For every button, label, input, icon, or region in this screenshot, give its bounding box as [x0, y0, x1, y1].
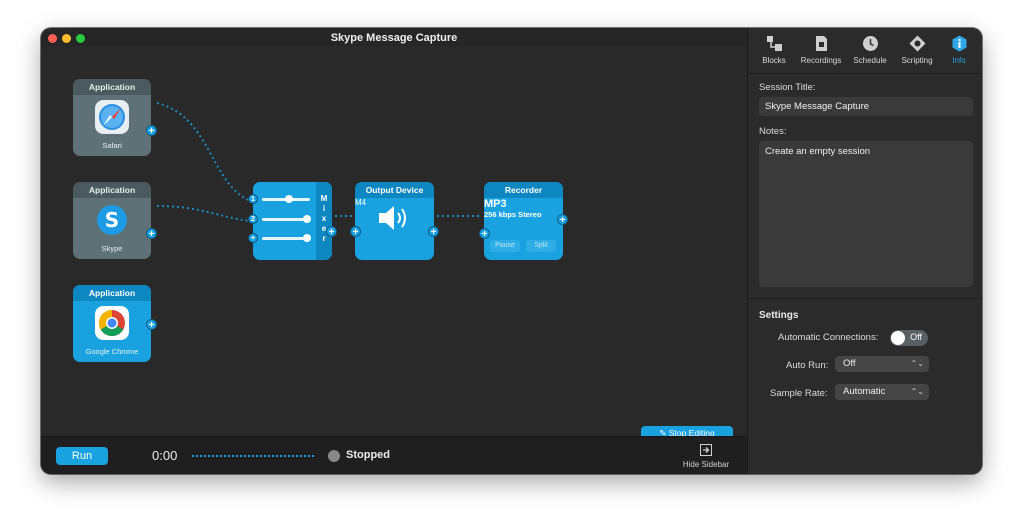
auto-connections-toggle[interactable]: Off [890, 330, 928, 346]
recorder-format: MP3 [484, 198, 507, 210]
pause-button[interactable]: Pause [490, 240, 520, 252]
blocks-icon [766, 36, 782, 51]
sidebar-tabs: Blocks Recordings Schedule Scripting Inf… [748, 28, 982, 74]
info-icon [952, 35, 966, 52]
source-block-skype[interactable]: Application S Skype + [73, 182, 157, 259]
mixer-label: M i x e r [316, 182, 332, 260]
add-connection-button[interactable]: + [146, 319, 157, 331]
app-window: Skype Message Capture Application Safari… [41, 28, 982, 474]
notes-label: Notes: [759, 126, 787, 137]
skype-icon: S [97, 205, 127, 235]
mixer-input-1[interactable]: 1 [248, 194, 258, 204]
session-title-label: Session Title: [759, 82, 816, 93]
progress-track [192, 455, 314, 457]
sample-rate-label: Sample Rate: [770, 388, 828, 399]
source-block-safari[interactable]: Application Safari + [73, 79, 157, 156]
tab-scripting[interactable]: Scripting [894, 35, 940, 65]
run-button[interactable]: Run [56, 447, 108, 465]
recordings-icon [815, 36, 827, 51]
session-title-input[interactable]: Skype Message Capture [759, 97, 973, 116]
source-block-google-chrome[interactable]: Application Google Chrome + [73, 285, 157, 362]
add-connection-button[interactable]: + [146, 125, 157, 137]
add-connection-button[interactable]: + [326, 226, 337, 238]
source-header: Application [73, 79, 151, 95]
wire-safari-mixer [156, 102, 252, 202]
hide-sidebar-button[interactable]: Hide Sidebar [675, 444, 737, 469]
divider [748, 298, 982, 299]
hide-sidebar-label: Hide Sidebar [682, 460, 730, 469]
transport-bar: Run 0:00 Stopped Hide Sidebar [41, 436, 747, 474]
output-header: Output Device [355, 182, 434, 198]
source-name: Skype [101, 244, 123, 253]
clock-icon [862, 36, 878, 51]
tab-recordings[interactable]: Recordings [798, 35, 844, 65]
safari-icon [95, 100, 129, 134]
tab-info[interactable]: Info [936, 35, 982, 65]
settings-title: Settings [759, 310, 799, 321]
split-button[interactable]: Split [526, 240, 556, 252]
wire-skype-mixer [156, 205, 252, 222]
notes-textarea[interactable]: Create an empty session [759, 141, 973, 287]
svg-text:S: S [105, 208, 119, 232]
mixer-add-input[interactable]: + [248, 233, 258, 243]
mixer-slider-knob[interactable] [285, 195, 293, 203]
toggle-knob [891, 331, 905, 345]
sample-rate-select[interactable]: Automatic ⌃⌄ [835, 384, 929, 400]
mixer-block[interactable]: M i x e r 1 2 + + [248, 182, 337, 260]
updown-chevron-icon: ⌃⌄ [910, 359, 924, 368]
recorder-header: Recorder [484, 182, 563, 198]
auto-run-value: Off [843, 358, 856, 369]
auto-run-select[interactable]: Off ⌃⌄ [835, 356, 929, 372]
updown-chevron-icon: ⌃⌄ [910, 387, 924, 396]
inspector-sidebar: Blocks Recordings Schedule Scripting Inf… [747, 28, 982, 474]
add-connection-button[interactable]: + [350, 226, 361, 238]
add-connection-button[interactable]: + [146, 228, 157, 240]
chrome-icon [95, 306, 129, 340]
status-text: Stopped [346, 449, 390, 461]
tab-schedule[interactable]: Schedule [847, 35, 893, 65]
output-device-block[interactable]: Output Device M4 + + [350, 182, 439, 260]
sample-rate-value: Automatic [843, 386, 886, 397]
mixer-input-2[interactable]: 2 [248, 214, 258, 224]
add-connection-button[interactable]: + [428, 226, 439, 238]
status-indicator [328, 450, 340, 462]
recorder-block[interactable]: Recorder MP3 256 kbps Stereo Pause Split… [479, 182, 568, 260]
auto-connections-label: Automatic Connections: [778, 332, 879, 343]
mixer-slider-knob[interactable] [303, 215, 311, 223]
scripting-icon [909, 35, 925, 52]
sidebar-toggle-icon [700, 444, 712, 456]
add-connection-button[interactable]: + [479, 228, 490, 240]
source-name: Google Chrome [85, 347, 139, 356]
source-name: Safari [102, 141, 122, 150]
elapsed-time: 0:00 [152, 448, 178, 463]
tab-blocks[interactable]: Blocks [751, 35, 797, 65]
recorder-quality: 256 kbps Stereo [484, 210, 542, 219]
add-connection-button[interactable]: + [557, 214, 568, 226]
toggle-state: Off [910, 332, 922, 342]
source-header: Application [73, 182, 151, 198]
speaker-icon [379, 206, 406, 230]
source-header: Application [73, 285, 151, 301]
window-title: Skype Message Capture [330, 32, 458, 44]
block-canvas[interactable]: Application Safari + Application S Skype… [41, 46, 747, 441]
auto-run-label: Auto Run: [786, 360, 829, 371]
mixer-slider-knob[interactable] [303, 234, 311, 242]
